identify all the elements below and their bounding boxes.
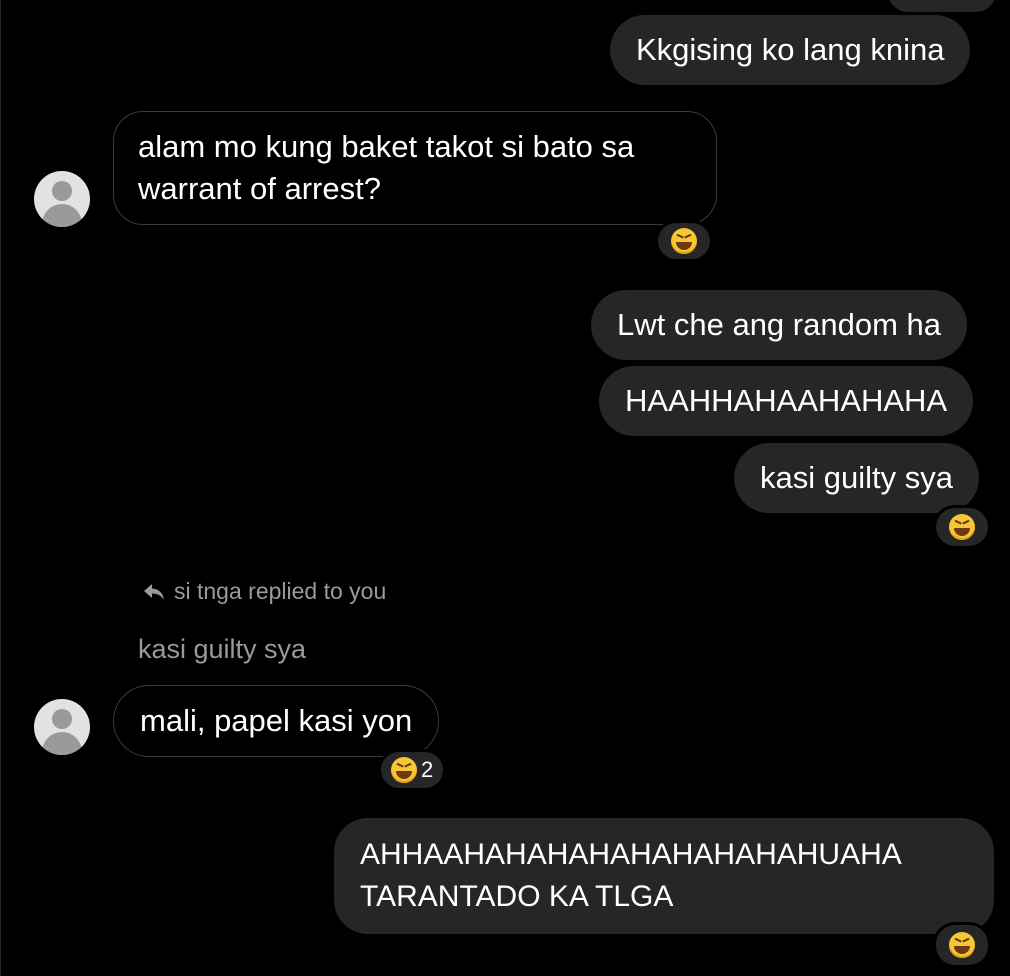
reply-header: si tnga replied to you [142, 578, 386, 605]
default-avatar-icon [52, 709, 72, 729]
reply-arrow-icon [144, 583, 164, 600]
message-bubble-outgoing[interactable]: Lwt che ang random ha [591, 290, 967, 360]
grinning-squinting-face-emoji [949, 932, 975, 958]
reply-quote-text: kasi guilty sya [138, 634, 307, 664]
message-text: Lwt che ang random ha [617, 307, 941, 342]
message-text: mali, papel kasi yon [140, 703, 413, 738]
message-bubble-incoming[interactable]: alam mo kung baket takot si bato sa warr… [113, 111, 717, 225]
avatar[interactable] [34, 699, 90, 755]
avatar[interactable] [34, 171, 90, 227]
message-reaction[interactable]: 2 [378, 749, 447, 791]
reaction-count: 2 [421, 757, 434, 782]
message-text: Kkgising ko lang knina [636, 32, 945, 67]
message-text-line: alam mo kung baket takot si bato sa [138, 129, 635, 164]
message-bubble-outgoing[interactable]: kasi guilty sya [734, 443, 979, 513]
message-reaction[interactable] [933, 922, 991, 968]
grinning-squinting-face-emoji [949, 514, 975, 540]
message-text-line: TARANTADO KA TLGA [360, 880, 674, 913]
scrollbar[interactable] [0, 0, 1, 976]
message-bubble-outgoing[interactable]: HAAHHAHAAHAHAHA [599, 366, 974, 436]
reply-quote[interactable]: kasi guilty sya [138, 634, 306, 665]
grinning-squinting-face-emoji [671, 228, 697, 254]
reply-header-text: si tnga replied to you [174, 578, 387, 604]
message-reaction[interactable] [655, 220, 713, 262]
message-bubble-partial [888, 0, 996, 12]
message-text-line: AHHAAHAHAHAHAHAHAHAHAHUAHA [360, 838, 902, 871]
message-bubble-outgoing[interactable]: Kkgising ko lang knina [610, 15, 971, 85]
message-bubble-outgoing[interactable]: AHHAAHAHAHAHAHAHAHAHAHUAHA TARANTADO KA … [334, 818, 994, 934]
default-avatar-icon [52, 181, 72, 201]
message-text-line: warrant of arrest? [138, 171, 381, 206]
message-bubble-incoming[interactable]: mali, papel kasi yon [113, 685, 440, 757]
message-text: HAAHHAHAAHAHAHA [625, 383, 948, 418]
grinning-squinting-face-emoji [391, 757, 417, 783]
message-reaction[interactable] [933, 505, 991, 549]
message-text: kasi guilty sya [760, 460, 953, 495]
